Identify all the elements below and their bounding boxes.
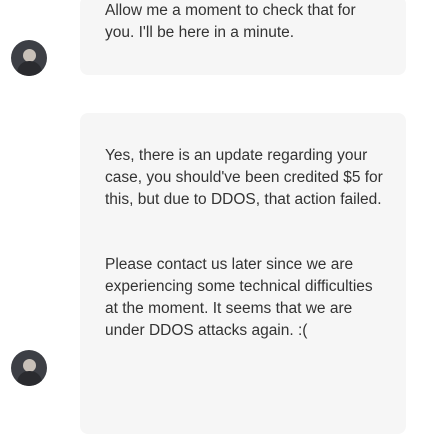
avatar-shoulders-shape (17, 371, 42, 386)
message-text: Please contact us later since we are exp… (105, 256, 373, 339)
message-text: Yes, there is an update regarding your c… (105, 147, 383, 208)
chat-message-bubble: Yes, there is an update regarding your c… (80, 113, 406, 434)
agent-avatar (11, 40, 47, 76)
message-text: Allow me a moment to check that for you.… (105, 2, 356, 41)
avatar-shoulders-shape (17, 61, 42, 76)
chat-message-bubble: Allow me a moment to check that for you.… (80, 0, 406, 75)
agent-avatar (11, 350, 47, 386)
